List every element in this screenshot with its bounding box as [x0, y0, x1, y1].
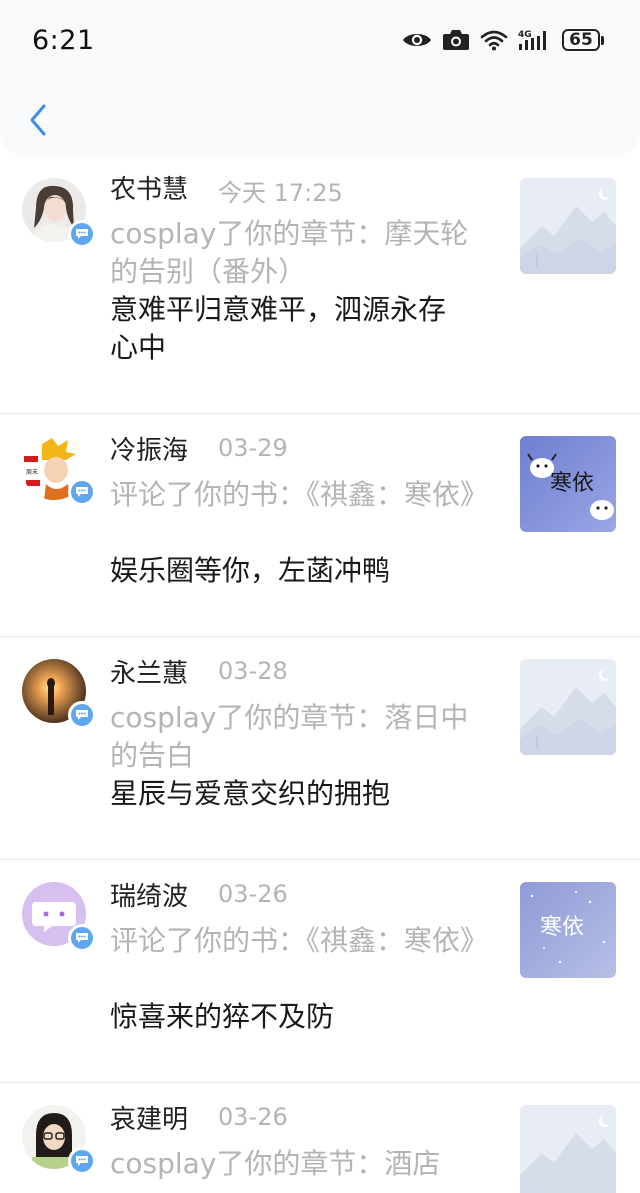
action-text: cosplay了你的章节：酒店	[110, 1147, 441, 1180]
status-icons: 4G 65	[402, 28, 604, 52]
status-bar: 6:21 4G 65	[32, 22, 604, 58]
svg-text:4G: 4G	[518, 30, 532, 40]
list-item[interactable]: 永兰蕙 03-28 cosplay了你的章节：落日中的告白 星辰与爱意交织的拥抱	[0, 637, 640, 860]
status-time: 6:21	[32, 24, 95, 56]
timestamp: 今天 17:25	[218, 179, 343, 207]
user-name[interactable]: 冷振海	[110, 430, 188, 467]
book-cover[interactable]: 寒依	[520, 882, 616, 978]
chapter-thumbnail[interactable]	[520, 1105, 616, 1193]
user-name[interactable]: 哀建明	[110, 1099, 188, 1136]
comment-text: 星辰与爱意交织的拥抱	[110, 777, 391, 810]
list-item[interactable]: 瑞绮波 03-26 评论了你的书：《祺鑫：寒依》 惊喜来的猝不及防 寒依	[0, 860, 640, 1083]
comment-text: 娱乐圈等你，左菡冲鸭	[110, 554, 391, 587]
list-item[interactable]: 周末 冷振海 03-29 评论了你的书：《祺鑫：寒依》 娱乐圈等你，左菡冲鸭 寒…	[0, 414, 640, 637]
book-cover[interactable]: 寒依	[520, 436, 616, 532]
header: 6:21 4G 65	[0, 0, 640, 154]
wifi-icon	[480, 30, 508, 51]
comment-badge-icon	[68, 701, 96, 729]
comment-badge-icon	[68, 220, 96, 248]
action-text: cosplay了你的章节：落日中的告白	[110, 701, 469, 772]
timestamp: 03-28	[218, 657, 288, 685]
action-text: 评论了你的书：《祺鑫：寒依》	[110, 924, 489, 957]
eye-icon	[403, 34, 431, 46]
timestamp: 03-29	[218, 434, 288, 462]
user-name[interactable]: 永兰蕙	[110, 653, 188, 690]
user-name[interactable]: 农书慧	[110, 169, 188, 206]
comment-badge-icon	[68, 478, 96, 506]
camera-icon	[443, 30, 469, 50]
chevron-left-icon	[30, 104, 46, 136]
list-item[interactable]: 哀建明 03-26 cosplay了你的章节：酒店	[0, 1083, 640, 1193]
signal-4g-icon: 4G	[518, 30, 546, 50]
timestamp: 03-26	[218, 880, 288, 908]
battery-level: 65	[562, 29, 600, 51]
notification-list: 农书慧 今天 17:25 cosplay了你的章节：摩天轮的告别（番外） 意难平…	[0, 154, 640, 1193]
svg-text:周末: 周末	[26, 468, 38, 476]
cover-title: 寒依	[540, 915, 584, 940]
battery-icon: 65	[562, 29, 604, 51]
comment-text: 惊喜来的猝不及防	[110, 1000, 335, 1033]
action-text: 评论了你的书：《祺鑫：寒依》	[110, 478, 489, 511]
action-text: cosplay了你的章节：摩天轮的告别（番外）	[110, 217, 469, 288]
back-button[interactable]	[18, 98, 58, 142]
comment-badge-icon	[68, 924, 96, 952]
comment-badge-icon	[68, 1147, 96, 1175]
cover-title: 寒依	[550, 471, 594, 496]
comment-text: 意难平归意难平，泗源永存心中	[110, 293, 447, 364]
timestamp: 03-26	[218, 1103, 288, 1131]
list-item[interactable]: 农书慧 今天 17:25 cosplay了你的章节：摩天轮的告别（番外） 意难平…	[0, 154, 640, 414]
chapter-thumbnail[interactable]	[520, 659, 616, 755]
user-name[interactable]: 瑞绮波	[110, 876, 188, 913]
chapter-thumbnail[interactable]	[520, 178, 616, 274]
